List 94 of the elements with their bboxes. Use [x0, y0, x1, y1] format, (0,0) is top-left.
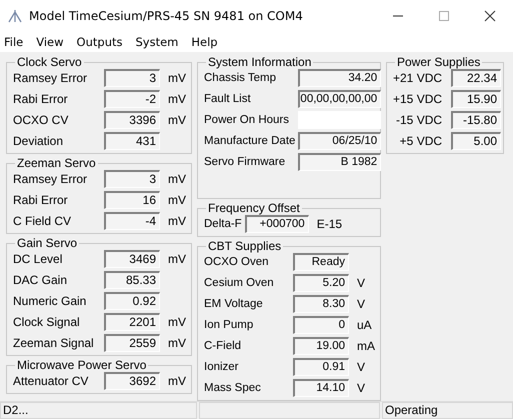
value-field: 431: [104, 132, 160, 150]
window-title: Model TimeCesium/PRS-45 SN 9481 on COM4: [29, 8, 304, 22]
value-field: 15.90: [451, 90, 502, 108]
unit-label: mV: [167, 92, 185, 106]
unit-label: mA: [356, 339, 374, 353]
value-field: 3469: [104, 250, 160, 268]
value-field: -4: [104, 212, 160, 230]
value-field: 06/25/10: [298, 132, 382, 150]
field-label: Ramsey Error: [13, 172, 88, 186]
value-field: 3396: [104, 111, 160, 129]
field-label: Ramsey Error: [13, 71, 88, 85]
group-title: Frequency Offset: [207, 201, 301, 215]
menu-item[interactable]: Outputs: [76, 34, 122, 48]
field-label: C Field CV: [13, 214, 72, 228]
field-label: Servo Firmware: [204, 156, 286, 168]
unit-label: mV: [167, 113, 185, 127]
field-label: Deviation: [13, 134, 64, 148]
value-field: 0.92: [104, 292, 160, 310]
field-label: +21 VDC: [393, 71, 444, 85]
unit-label: E-15: [316, 217, 344, 231]
field-label: Manufacture Date: [204, 135, 296, 147]
value-field: 5.20: [293, 274, 349, 292]
field-label: Rabi Error: [13, 193, 69, 207]
group-title: System Information: [207, 55, 312, 69]
field-label: DAC Gain: [13, 273, 68, 287]
field-label: DC Level: [13, 252, 64, 266]
field-label: +15 VDC: [393, 92, 444, 106]
status-panel: D2...: [0, 402, 197, 419]
field-label: -15 VDC: [395, 113, 444, 127]
group-title: Zeeman Servo: [16, 156, 97, 170]
menu-item[interactable]: View: [36, 34, 64, 48]
value-field: 3: [104, 170, 160, 188]
unit-label: V: [356, 381, 366, 395]
value-field: 5.00: [451, 132, 502, 150]
value-field: 85.33: [104, 271, 160, 289]
value-field: 2559: [104, 334, 160, 352]
group-title: Microwave Power Servo: [16, 358, 148, 372]
group-title: Gain Servo: [16, 236, 78, 250]
field-label: Fault List: [204, 93, 252, 105]
value-field: 22.34: [451, 69, 502, 87]
field-label: +5 VDC: [398, 134, 444, 148]
field-label: Ion Pump: [204, 319, 254, 331]
unit-label: uA: [356, 318, 373, 332]
value-field: 0.91: [293, 358, 349, 376]
value-field: 16: [104, 191, 160, 209]
value-field: -2: [104, 90, 160, 108]
value-field: +000700: [244, 215, 309, 233]
field-label: Rabi Error: [13, 92, 69, 106]
field-label: OCXO Oven: [204, 256, 270, 268]
unit-label: mV: [167, 252, 185, 266]
value-field: 00,00,00,00,00: [298, 90, 382, 108]
value-field: 34.20: [298, 69, 382, 87]
value-field: -15.80: [451, 111, 502, 129]
menu-item[interactable]: System: [136, 34, 178, 48]
group-title: Clock Servo: [16, 55, 83, 69]
field-label: Power On Hours: [204, 114, 290, 126]
close-icon[interactable]: [484, 10, 496, 22]
app-icon: [8, 8, 22, 22]
field-label: Attenuator CV: [13, 374, 90, 388]
group-title: CBT Supplies: [207, 239, 282, 253]
field-label: EM Voltage: [204, 298, 264, 310]
unit-label: mV: [167, 336, 185, 350]
field-label: Mass Spec: [204, 382, 262, 394]
field-label: Cesium Oven: [204, 277, 275, 289]
unit-label: V: [356, 276, 366, 290]
unit-label: mV: [167, 315, 185, 329]
unit-label: mV: [167, 172, 185, 186]
field-label: C-Field: [204, 340, 242, 352]
field-label: Zeeman Signal: [13, 336, 95, 350]
unit-label: V: [356, 297, 366, 311]
field-label: OCXO CV: [13, 113, 70, 127]
value-field: 8.30: [293, 295, 349, 313]
value-field: 2201: [104, 313, 160, 331]
group-title: Power Supplies: [396, 55, 482, 69]
status-panel: Operating: [382, 402, 513, 419]
field-label: Delta-F: [204, 218, 242, 230]
value-field: 3692: [104, 372, 160, 390]
field-label: Ionizer: [204, 361, 240, 373]
unit-label: mV: [167, 71, 185, 85]
value-field: B 1982: [298, 153, 382, 171]
field-label: Numeric Gain: [13, 294, 88, 308]
unit-label: V: [356, 360, 366, 374]
unit-label: mV: [167, 374, 185, 388]
value-field: 19.00: [293, 337, 349, 355]
field-label: Chassis Temp: [204, 72, 278, 84]
value-field: Ready: [293, 253, 349, 271]
value-field: 3: [104, 69, 160, 87]
menu-item[interactable]: Help: [191, 34, 218, 48]
value-field: 14.10: [293, 379, 349, 397]
value-field: 0: [293, 316, 349, 334]
field-label: Clock Signal: [13, 315, 81, 329]
menu-item[interactable]: File: [4, 34, 24, 48]
unit-label: mV: [167, 193, 185, 207]
unit-label: mV: [167, 214, 185, 228]
